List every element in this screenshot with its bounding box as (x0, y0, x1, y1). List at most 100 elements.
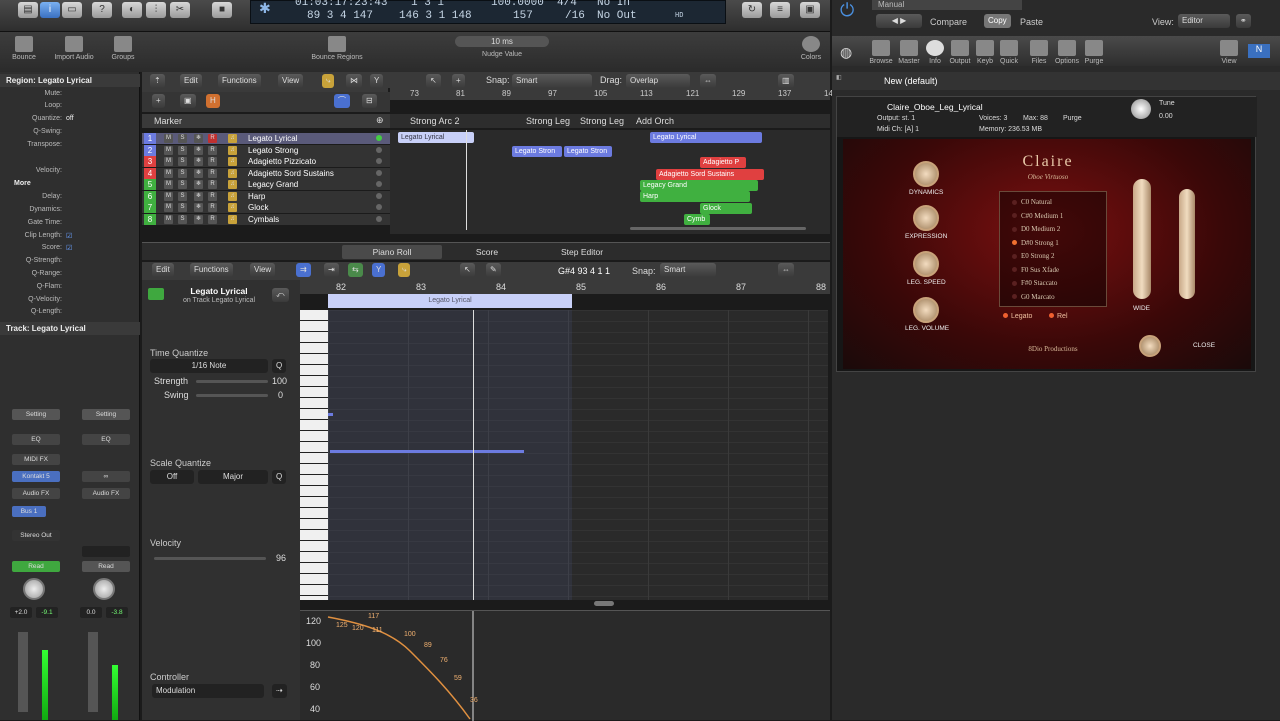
track-on-indicator[interactable] (376, 146, 382, 153)
link-icon-kontakt[interactable]: ⚭ (1236, 14, 1251, 28)
track-name[interactable]: Cymbals (248, 214, 279, 225)
output-button[interactable]: Output (948, 40, 972, 65)
track-name[interactable]: Adagietto Sord Sustains (248, 168, 334, 179)
bounce-button[interactable]: Bounce (8, 36, 40, 61)
ni-badge-icon[interactable]: N (1248, 44, 1270, 58)
track-name[interactable]: Legato Lyrical (248, 133, 298, 144)
mute-button[interactable]: M (164, 157, 173, 166)
record-button[interactable]: R (208, 168, 217, 178)
region[interactable]: Harp (640, 191, 750, 202)
freeze-icon[interactable]: ❄ (194, 134, 203, 143)
tab-step-editor[interactable]: Step Editor (542, 245, 622, 259)
time-quantize-select[interactable]: 1/16 Note (150, 359, 268, 373)
region[interactable]: Adagietto P (700, 157, 746, 168)
view-button[interactable]: View (1218, 40, 1240, 65)
lcd-gear-icon[interactable]: ✱ (259, 1, 271, 18)
stop-button[interactable]: ■ (212, 2, 232, 18)
track-header-row[interactable]: 3 M S ❄ R ♫ Adagietto Pizzicato (142, 156, 390, 167)
prev-next-icon[interactable]: ◀ ▶ (876, 14, 922, 28)
snap-select[interactable]: Smart (512, 74, 592, 88)
playhead[interactable] (466, 130, 467, 230)
midi-note[interactable] (330, 450, 524, 453)
record-button[interactable]: R (208, 157, 217, 166)
track-on-indicator[interactable] (376, 215, 382, 222)
controller-select[interactable]: Modulation (152, 684, 264, 698)
global-tracks-icon[interactable]: ▣ (180, 94, 196, 108)
mute-button[interactable]: M (164, 145, 173, 155)
region[interactable]: Glock (700, 203, 752, 214)
inspector-icon[interactable]: i (40, 2, 60, 18)
h-icon[interactable]: H (206, 94, 220, 108)
midi-out-icon[interactable]: ⇆ (348, 263, 363, 277)
cc-point[interactable]: 100 (404, 631, 416, 638)
cc-point[interactable]: 89 (424, 642, 432, 649)
record-button[interactable]: R (208, 203, 217, 212)
catch-icon[interactable]: ⤷ (322, 74, 335, 88)
automation-mode-2[interactable]: Read (82, 561, 130, 572)
track-header-row[interactable]: 1 M S ❄ R ♫ Legato Lyrical (142, 133, 390, 144)
leg-volume-knob[interactable] (913, 297, 939, 323)
articulation-item[interactable]: F0 Sus Xfade (1012, 266, 1059, 274)
region[interactable]: Legato Stron (512, 146, 562, 157)
track-on-indicator[interactable] (376, 169, 382, 176)
output-slot[interactable]: Stereo Out (12, 530, 60, 541)
cc-point[interactable]: 59 (454, 675, 462, 682)
nudge-field[interactable]: 10 ms (455, 36, 549, 47)
browse-button[interactable]: Browse (868, 40, 894, 65)
track-name[interactable]: Legato Strong (248, 145, 298, 156)
dynamics-knob[interactable] (913, 161, 939, 187)
import-audio-button[interactable]: Import Audio (50, 36, 98, 61)
note-grid[interactable] (328, 310, 828, 600)
articulation-item[interactable]: C#0 Medium 1 (1012, 212, 1063, 220)
articulation-item[interactable]: G0 Marcato (1012, 293, 1055, 301)
colors-button[interactable]: Colors (796, 36, 826, 61)
region[interactable]: Legato Lyrical (650, 132, 762, 143)
tab-piano-roll[interactable]: Piano Roll (342, 245, 442, 259)
instrument-slot[interactable]: Kontakt 5 (12, 471, 60, 482)
cc-point[interactable]: 76 (440, 657, 448, 664)
mute-button[interactable]: M (164, 214, 173, 224)
velocity-slider[interactable] (154, 557, 266, 560)
more-header[interactable]: More (14, 180, 31, 187)
wide-mic-slider[interactable] (1133, 179, 1151, 299)
mute-button[interactable]: M (164, 191, 173, 201)
region[interactable]: Legato Stron (564, 146, 612, 157)
region-header[interactable]: Region: Legato Lyrical (0, 74, 140, 87)
mute-button[interactable]: M (164, 203, 173, 212)
setting-button[interactable]: Setting (12, 409, 60, 420)
cliplength-checkbox[interactable]: ☑ (66, 232, 72, 240)
track-name[interactable]: Adagietto Pizzicato (248, 156, 316, 167)
controller-link-icon[interactable]: ⇢ (272, 684, 287, 698)
files-button[interactable]: Files (1028, 40, 1050, 65)
collapse-icon[interactable]: ⊟ (362, 94, 377, 108)
eq-button-2[interactable]: EQ (82, 434, 130, 445)
track-on-indicator[interactable] (376, 192, 382, 199)
piano-keyboard[interactable] (300, 310, 328, 600)
expression-knob[interactable] (913, 205, 939, 231)
controller-lane[interactable]: 120 100 80 60 40 117 125 120 111 100 89 … (300, 610, 830, 721)
catch-pr-icon[interactable]: ⤷ (398, 263, 411, 277)
zoom-icon[interactable]: ▥ (778, 74, 794, 88)
options-button[interactable]: Options (1054, 40, 1080, 65)
quantize-button[interactable]: Q (272, 359, 287, 373)
plus-tool-icon[interactable]: + (452, 74, 465, 88)
record-button[interactable]: R (208, 180, 217, 189)
tab-score[interactable]: Score (452, 245, 522, 259)
articulation-item[interactable]: D0 Medium 2 (1012, 225, 1060, 233)
bus-send[interactable]: Bus 1 (12, 506, 46, 517)
cycle-icon[interactable]: ↻ (742, 2, 762, 18)
track-header-row[interactable]: 7 M S ❄ R ♫ Glock (142, 202, 390, 213)
cc-point[interactable]: 111 (372, 627, 383, 634)
cc-point[interactable]: 117 (368, 613, 379, 620)
pr-zoom-icon[interactable]: ⇔ (778, 263, 794, 277)
audiofx-slot[interactable]: Audio FX (12, 488, 60, 499)
power-icon[interactable]: ⏻ (840, 0, 870, 24)
flex-icon[interactable]: ⋈ (346, 74, 362, 88)
cc-point[interactable]: 125 (336, 622, 348, 629)
pr-functions-menu[interactable]: Functions (190, 263, 233, 277)
track-header-row[interactable]: 2 M S ❄ R ♫ Legato Strong (142, 144, 390, 156)
waveform-zoom-icon[interactable]: ⇔ (700, 74, 716, 88)
articulation-item[interactable]: E0 Strong 2 (1012, 252, 1054, 260)
setting-button-2[interactable]: Setting (82, 409, 130, 420)
pr-playhead[interactable] (473, 310, 474, 600)
